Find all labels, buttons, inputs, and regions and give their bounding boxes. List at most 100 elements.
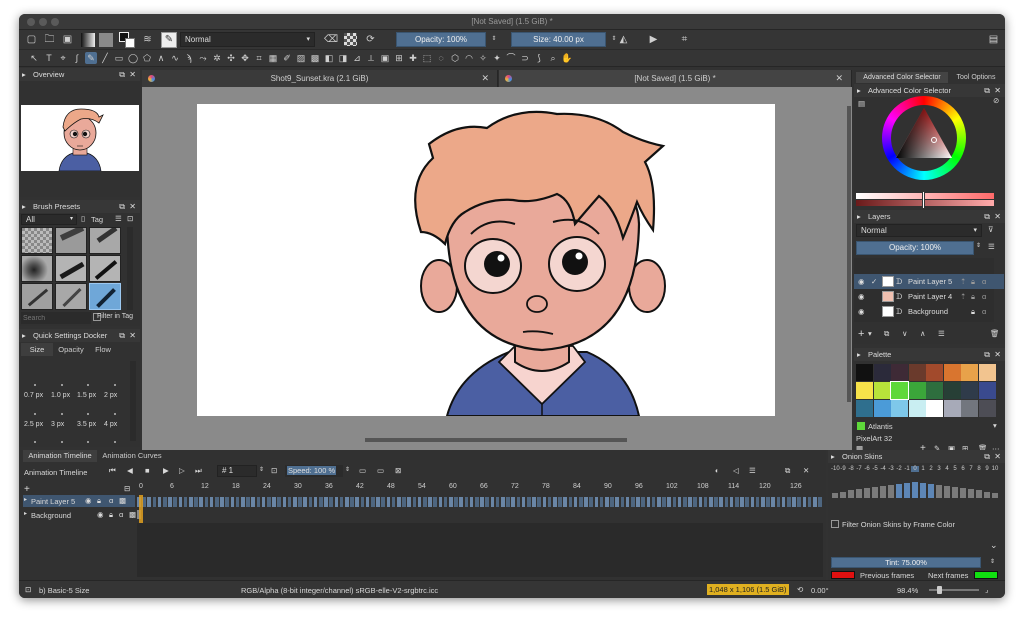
chevron-down-icon[interactable]: ⌄ bbox=[990, 540, 998, 551]
keyframe-cell[interactable] bbox=[215, 497, 219, 507]
keyframe-cell[interactable] bbox=[693, 497, 697, 507]
size-preset[interactable]: 1.0 px bbox=[51, 392, 70, 399]
brush-preset-tile[interactable] bbox=[55, 255, 87, 282]
line-tool-icon[interactable]: ╱ bbox=[99, 52, 111, 64]
brush-presets-scrollbar[interactable] bbox=[127, 227, 133, 310]
zoom-value[interactable]: 98.4% bbox=[897, 586, 918, 595]
document-tab[interactable]: Shot9_Sunset.kra (2.1 GiB) ✕ bbox=[142, 70, 498, 87]
float-icon[interactable]: ⧉ bbox=[984, 84, 990, 97]
reset-icon[interactable]: ⊘ bbox=[993, 96, 999, 105]
keyframe-cell[interactable] bbox=[683, 497, 687, 507]
keyframe-cell[interactable] bbox=[412, 497, 417, 507]
contiguous-select-tool-icon[interactable]: ✧ bbox=[477, 52, 489, 64]
ellipse-select-tool-icon[interactable]: ◌ bbox=[435, 52, 447, 64]
layer-row-paint-layer-4[interactable]: ◉ ᗪ Paint Layer 4 ⇡ 🔒︎ α bbox=[854, 289, 1004, 304]
polygon-tool-icon[interactable]: ⬠ bbox=[141, 52, 153, 64]
keyframe-cell[interactable] bbox=[797, 497, 801, 507]
tag-label[interactable]: Tag bbox=[91, 215, 103, 224]
keyframe-cell[interactable] bbox=[667, 497, 671, 507]
close-tab-icon[interactable]: ✕ bbox=[835, 70, 843, 87]
timeline-menu-icon[interactable]: ☰ bbox=[749, 466, 756, 475]
keyframe-cell[interactable] bbox=[771, 497, 775, 507]
brush-preset-tile[interactable] bbox=[21, 255, 53, 282]
onion-skin-offset-label[interactable]: -7 bbox=[855, 466, 863, 472]
keyframe-cell[interactable] bbox=[480, 497, 484, 507]
eye-icon[interactable]: ◉ bbox=[85, 496, 92, 505]
eye-icon[interactable]: ◉ bbox=[97, 510, 104, 519]
save-document-icon[interactable]: ▣ bbox=[61, 33, 74, 46]
keyframe-cell[interactable] bbox=[781, 497, 786, 507]
size-preset[interactable]: 4 px bbox=[104, 421, 117, 428]
frame-number[interactable]: 78 bbox=[542, 483, 550, 490]
zoom-tool-icon[interactable]: ⌕ bbox=[547, 52, 559, 64]
color-settings-icon[interactable]: ▤ bbox=[858, 99, 865, 108]
crop-icon[interactable]: ⌗ bbox=[678, 33, 691, 46]
keyframe-cell[interactable] bbox=[178, 497, 183, 507]
keyframe-cell[interactable] bbox=[511, 497, 515, 507]
keyframe-cell[interactable] bbox=[516, 497, 521, 507]
close-tab-icon[interactable]: ✕ bbox=[481, 70, 489, 87]
eye-icon[interactable]: ◉ bbox=[858, 274, 865, 289]
keyframe-cell[interactable] bbox=[438, 497, 443, 507]
speed-stepper[interactable]: ⇕ bbox=[345, 466, 350, 473]
keyframe-cell[interactable] bbox=[157, 497, 162, 507]
palette-swatch[interactable] bbox=[856, 364, 873, 381]
keyframe-cell[interactable] bbox=[449, 497, 453, 507]
opacity-stepper[interactable]: ⇕ bbox=[488, 33, 500, 45]
palette-swatch[interactable] bbox=[943, 364, 961, 381]
keyframe-cell[interactable] bbox=[735, 497, 739, 507]
onion-skin-opacity-bar[interactable] bbox=[888, 485, 894, 498]
keyframe-cell[interactable] bbox=[423, 497, 427, 507]
alpha-lock-icon[interactable]: α bbox=[982, 304, 986, 319]
rotation-icon[interactable]: ⟲ bbox=[797, 585, 803, 594]
keyframe-cell[interactable] bbox=[610, 497, 614, 507]
keyframe-cell[interactable] bbox=[360, 497, 365, 507]
keyframe-cell[interactable] bbox=[792, 497, 796, 507]
close-icon[interactable]: ✕ bbox=[129, 200, 136, 213]
keyframe-cell[interactable] bbox=[818, 497, 822, 507]
keyframe-cell[interactable] bbox=[459, 497, 463, 507]
onion-skin-offset-label[interactable]: -9 bbox=[839, 466, 847, 472]
frame-number[interactable]: 114 bbox=[728, 483, 739, 490]
keyframe-cell[interactable] bbox=[199, 497, 203, 507]
float-icon[interactable]: ⧉ bbox=[119, 68, 125, 81]
open-document-icon[interactable]: 🗀 bbox=[43, 33, 56, 46]
float-icon[interactable]: ⧉ bbox=[119, 200, 125, 213]
onion-skin-offset-label[interactable]: -4 bbox=[879, 466, 887, 472]
keyframe-cell[interactable] bbox=[563, 497, 567, 507]
freehand-brush-tool-icon[interactable]: ✎ bbox=[85, 52, 97, 64]
keyframe-cell[interactable] bbox=[584, 497, 588, 507]
similar-select-tool-icon[interactable]: ✦ bbox=[491, 52, 503, 64]
keyframe-cell[interactable] bbox=[454, 497, 458, 507]
keyframe-cell[interactable] bbox=[625, 497, 630, 507]
keyframe-cell[interactable] bbox=[589, 497, 593, 507]
brush-filter-select[interactable]: All ▾ bbox=[21, 214, 77, 225]
resize-grip-icon[interactable]: ⌟ bbox=[985, 585, 989, 594]
keyframe-cell[interactable] bbox=[641, 497, 645, 507]
size-preset[interactable]: 2 px bbox=[104, 392, 117, 399]
onion-skin-offset-label[interactable]: 7 bbox=[967, 466, 975, 472]
onion-skin-opacity-bar[interactable] bbox=[872, 487, 878, 498]
palette-swatch[interactable] bbox=[926, 382, 943, 399]
alpha-lock-icon[interactable]: α bbox=[982, 274, 986, 289]
chevron-down-icon[interactable]: ▾ bbox=[993, 421, 997, 430]
onion-skin-offset-label[interactable]: -10 bbox=[831, 466, 840, 472]
keyframe-cell[interactable] bbox=[365, 497, 370, 507]
frame-number[interactable]: 66 bbox=[480, 483, 488, 490]
keyframe-cell[interactable] bbox=[168, 497, 172, 507]
next-keyframe-icon[interactable]: ▷ bbox=[179, 466, 185, 475]
keyframe-cell[interactable] bbox=[527, 497, 531, 507]
palette-swatch[interactable] bbox=[926, 364, 943, 381]
add-timeline-layer-icon[interactable]: + bbox=[24, 484, 30, 495]
keyframe-cell[interactable] bbox=[371, 497, 375, 507]
float-icon[interactable]: ⧉ bbox=[984, 210, 990, 223]
keyframe-cell[interactable] bbox=[261, 497, 266, 507]
brush-preset-tile[interactable] bbox=[55, 227, 87, 254]
layer-blend-mode-select[interactable]: Normal ▾ bbox=[856, 224, 982, 237]
onion-skin-offset-label[interactable]: 6 bbox=[959, 466, 967, 472]
alpha-lock-icon[interactable]: α bbox=[119, 510, 123, 519]
lock-icon[interactable]: 🔒︎ bbox=[109, 510, 113, 520]
keyframe-cell[interactable] bbox=[807, 497, 812, 507]
rectangle-select-tool-icon[interactable]: ⬚ bbox=[421, 52, 433, 64]
timeline-layer-name[interactable]: Background bbox=[31, 511, 71, 520]
